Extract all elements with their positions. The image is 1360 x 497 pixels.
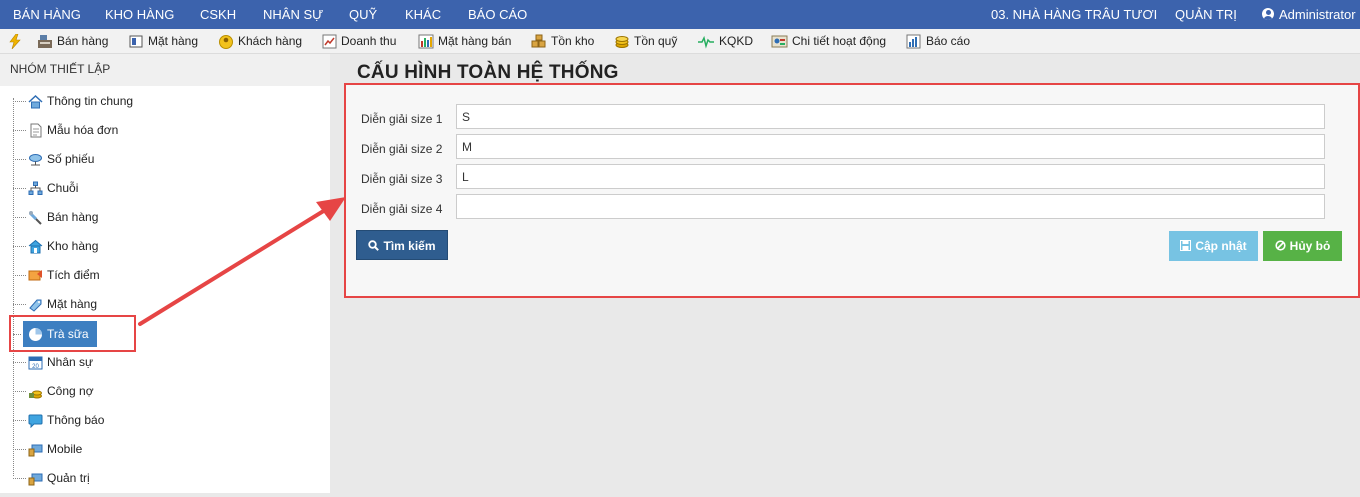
annotation-arrow xyxy=(138,197,346,326)
